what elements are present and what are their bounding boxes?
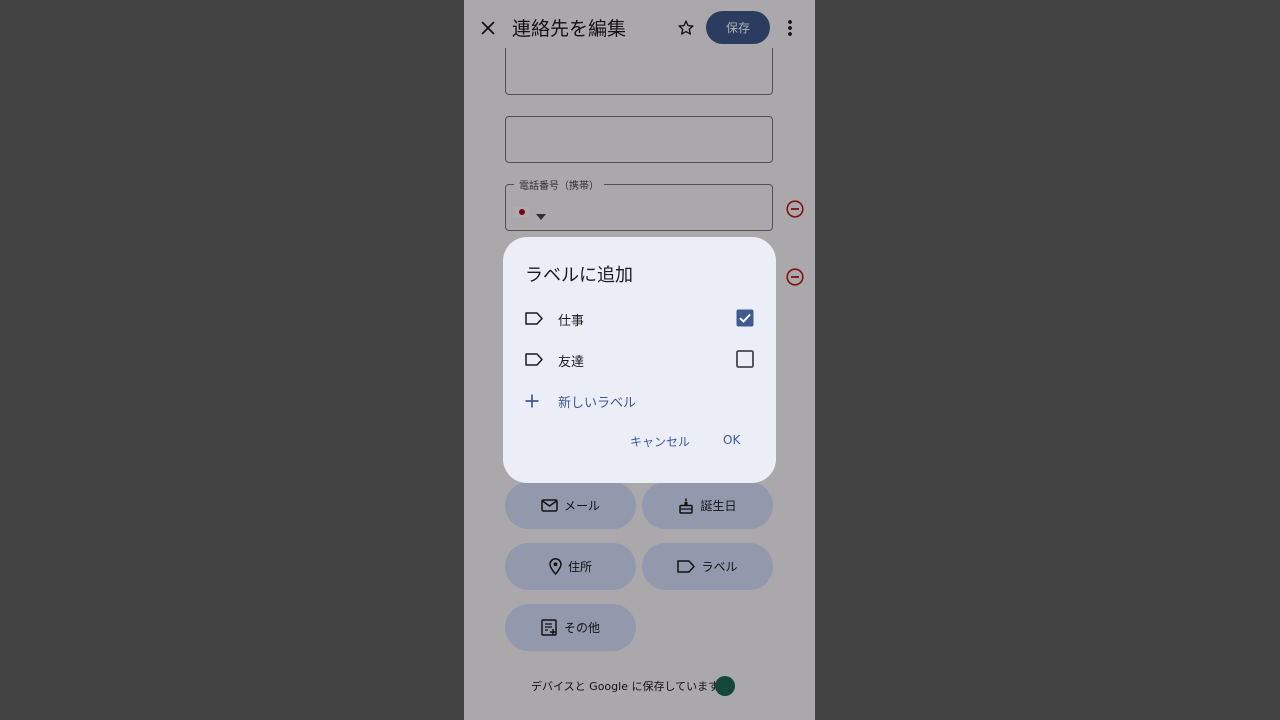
- ok-button[interactable]: OK: [723, 433, 740, 447]
- checkbox-checked[interactable]: [736, 309, 754, 331]
- checkbox-unchecked[interactable]: [736, 350, 754, 372]
- label-option-friends[interactable]: 友達: [503, 342, 776, 378]
- new-label-button[interactable]: 新しいラベル: [503, 383, 776, 419]
- label-icon: [525, 310, 543, 329]
- label-option-work[interactable]: 仕事: [503, 301, 776, 337]
- phone-screen: 連絡先を編集 保存 電話番号（携帯） メール 誕生日 住所 ラベル その他 デバ…: [464, 0, 815, 720]
- plus-icon: [525, 393, 539, 412]
- label-option-text: 友達: [558, 355, 585, 370]
- label-option-text: 仕事: [558, 314, 585, 329]
- new-label-text: 新しいラベル: [558, 396, 637, 411]
- label-icon: [525, 351, 543, 370]
- add-label-dialog: ラベルに追加 仕事 友達 新しいラベル キャンセル OK: [503, 237, 776, 483]
- dialog-title: ラベルに追加: [525, 265, 633, 286]
- cancel-button[interactable]: キャンセル: [630, 433, 690, 450]
